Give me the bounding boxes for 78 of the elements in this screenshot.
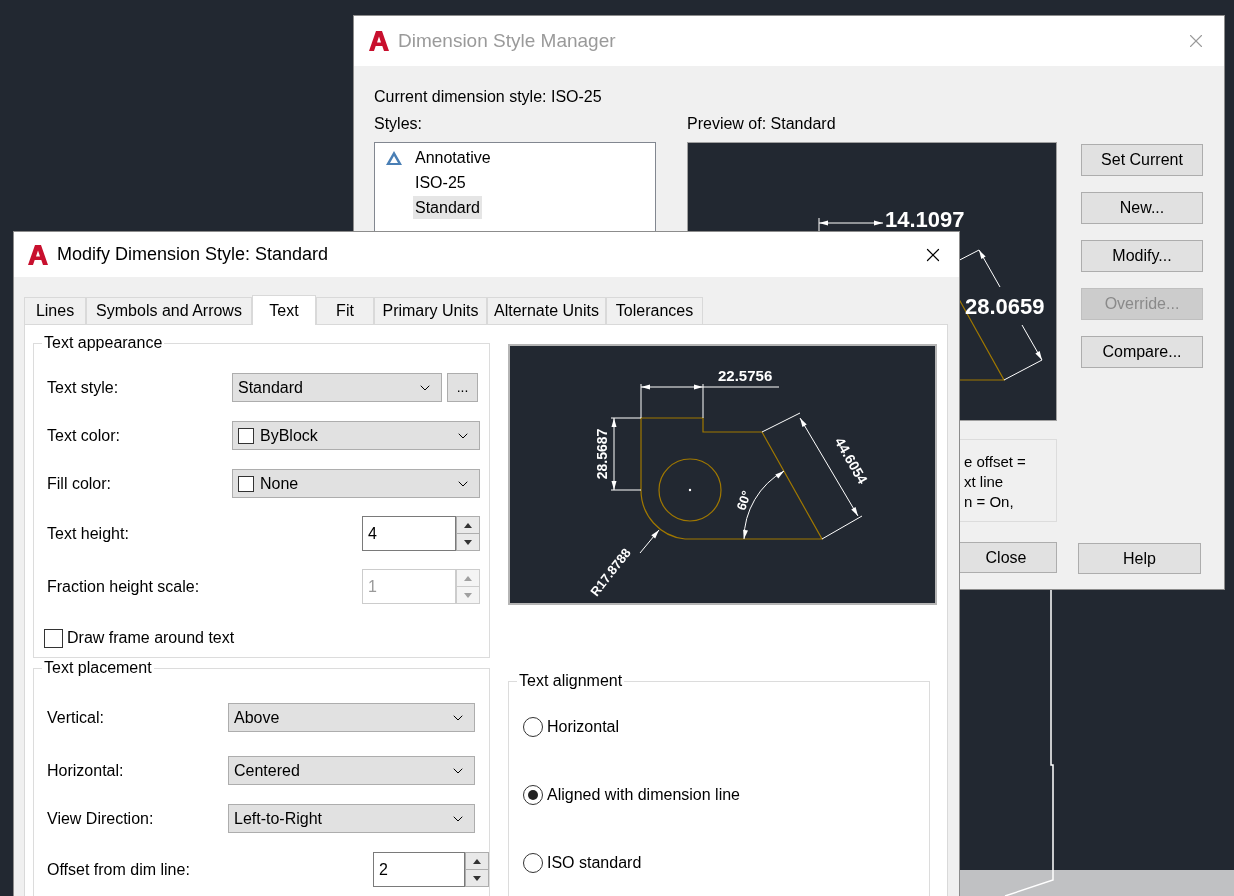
checkbox-label: Draw frame around text [67, 628, 235, 648]
style-list-item[interactable]: ISO-25 [413, 171, 468, 194]
dimension-text: 60° [733, 488, 755, 513]
dropdown[interactable]: Centered [228, 756, 475, 785]
checkbox[interactable] [44, 628, 63, 648]
up-triangle-icon [473, 858, 481, 864]
dropdown-value: Above [234, 707, 281, 728]
dimension-text: 28.5687 [594, 428, 610, 480]
description-text: xt line [964, 472, 1005, 492]
field-label: Horizontal: [47, 760, 125, 781]
help-button[interactable]: Help [1078, 543, 1201, 574]
tab[interactable]: Symbols and Arrows [86, 297, 252, 324]
radio-button[interactable] [523, 785, 543, 805]
field-label: Fill color: [47, 473, 112, 494]
dropdown[interactable]: Left-to-Right [228, 804, 475, 833]
style-list-item[interactable]: Annotative [413, 146, 493, 169]
dialog-button[interactable]: Compare... [1081, 336, 1203, 368]
spin-up-button[interactable] [465, 852, 489, 870]
browse-button[interactable]: ... [447, 373, 478, 402]
dropdown[interactable]: Above [228, 703, 475, 732]
group-title: Text placement [42, 658, 154, 678]
radio-label: ISO standard [547, 853, 642, 873]
dropdown-value: Standard [238, 377, 304, 398]
up-triangle-icon [464, 575, 472, 581]
description-text: e offset = [964, 452, 1027, 472]
field-label: Offset from dim line: [47, 859, 191, 880]
up-triangle-icon [464, 522, 472, 528]
app-logo-icon [27, 243, 49, 266]
radio-label: Horizontal [547, 717, 620, 737]
app-logo-icon [368, 30, 390, 52]
dropdown-value: None [260, 473, 300, 494]
spin-down-button[interactable] [456, 534, 480, 551]
field-label: Fraction height scale: [47, 576, 201, 597]
dropdown-value: Centered [234, 760, 301, 781]
style-list-item[interactable]: Standard [413, 196, 482, 219]
tab[interactable]: Tolerances [606, 297, 703, 324]
leader-line [639, 529, 660, 554]
radio-button[interactable] [523, 717, 543, 737]
spin-down-button[interactable] [465, 870, 489, 887]
window-title: Modify Dimension Style: Standard [57, 243, 330, 266]
dialog-button[interactable]: Modify... [1081, 240, 1203, 272]
group-title: Text appearance [42, 333, 165, 353]
field-label: Text height: [47, 523, 130, 544]
current-style-text: Current dimension style: ISO-25 [374, 87, 603, 106]
down-triangle-icon [464, 592, 472, 598]
tab[interactable]: Alternate Units [487, 297, 606, 324]
dialog-button[interactable]: Set Current [1081, 144, 1203, 176]
tab[interactable]: Fit [316, 297, 374, 324]
color-swatch-icon [238, 427, 254, 444]
field-label: Vertical: [47, 707, 105, 728]
radio-label: Aligned with dimension line [547, 785, 740, 805]
dropdown-value: ByBlock [260, 425, 319, 446]
dropdown[interactable]: None [232, 469, 480, 498]
down-triangle-icon [473, 875, 481, 881]
down-triangle-icon [464, 539, 472, 545]
tab[interactable]: Text [252, 295, 316, 325]
number-field[interactable]: 4 [362, 516, 456, 551]
dimension-text: 22.5756 [718, 367, 773, 384]
field-label: Text color: [47, 425, 121, 446]
preview-label: Preview of: Standard [687, 115, 837, 133]
dimension-text: 14.1097 [885, 207, 965, 232]
description-text: n = On, [964, 492, 1015, 512]
styles-label: Styles: [374, 115, 423, 133]
dimension-text: 28.0659 [965, 294, 1045, 319]
tab[interactable]: Lines [24, 297, 86, 324]
number-field[interactable]: 2 [373, 852, 465, 887]
window-title: Dimension Style Manager [398, 28, 617, 53]
dropdown[interactable]: Standard [232, 373, 442, 402]
dialog-button[interactable]: New... [1081, 192, 1203, 224]
radio-button[interactable] [523, 853, 543, 873]
dropdown[interactable]: ByBlock [232, 421, 480, 450]
group-title: Text alignment [517, 671, 625, 691]
color-swatch-icon [238, 475, 254, 492]
field-label: View Direction: [47, 808, 155, 829]
spin-up-button[interactable] [456, 516, 480, 534]
dropdown-value: Left-to-Right [234, 808, 324, 829]
tab[interactable]: Primary Units [374, 297, 487, 324]
field-label: Text style: [47, 377, 120, 398]
